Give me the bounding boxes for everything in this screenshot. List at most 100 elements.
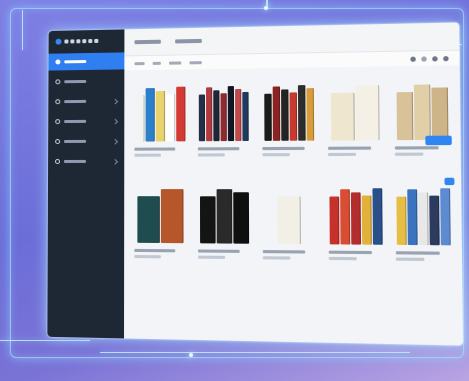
book-spine — [242, 91, 249, 142]
glow-dot — [189, 353, 193, 357]
book-cover — [196, 84, 252, 142]
sidebar-item-label — [64, 60, 87, 64]
book-spine — [175, 86, 185, 142]
sidebar-item-books[interactable] — [48, 72, 124, 90]
home-icon — [55, 59, 61, 65]
book-meta — [395, 257, 425, 261]
main-panel — [124, 22, 463, 345]
book-cover — [393, 186, 453, 246]
action-button[interactable] — [444, 177, 455, 186]
book-spine — [136, 196, 160, 243]
toolbar-link[interactable] — [189, 60, 202, 64]
book-spine — [235, 88, 242, 142]
sidebar-item-users[interactable] — [48, 133, 124, 150]
book-spine — [232, 192, 249, 244]
book-meta — [134, 254, 161, 259]
sidebar-item-label — [64, 139, 87, 143]
book-spine — [213, 90, 220, 142]
swap-icon — [55, 119, 61, 125]
book-grid — [130, 71, 456, 339]
book-spine — [206, 87, 213, 142]
book-title — [328, 250, 372, 255]
book-cover — [392, 81, 452, 141]
book-spine — [428, 195, 440, 246]
book-spine — [199, 196, 216, 244]
sidebar-item-categories[interactable] — [48, 92, 124, 110]
book-spine — [371, 188, 383, 245]
book-meta — [328, 256, 357, 261]
book-title — [262, 146, 305, 151]
sidebar-header — [49, 29, 125, 50]
sidebar-item-settings[interactable] — [48, 153, 124, 170]
book-title — [328, 146, 372, 150]
tab-overview[interactable] — [134, 39, 161, 45]
sidebar-item-home[interactable] — [48, 52, 125, 71]
book-4-card[interactable] — [323, 78, 386, 174]
app-title — [64, 38, 99, 44]
book-spine — [198, 94, 206, 142]
book-meta — [262, 153, 290, 157]
folder-icon — [55, 99, 61, 105]
book-5-card[interactable] — [390, 77, 454, 174]
book-8-card[interactable] — [258, 182, 320, 278]
add-book-button[interactable] — [425, 135, 452, 146]
book-title — [198, 249, 240, 253]
logo-icon — [55, 38, 62, 45]
book-spine — [395, 196, 407, 245]
settings-icon[interactable] — [432, 55, 438, 62]
glow-dot — [264, 6, 268, 10]
book-spine — [396, 92, 413, 141]
book-spine — [417, 192, 429, 246]
book-cover — [260, 83, 317, 141]
bell-icon[interactable] — [410, 56, 416, 62]
book-spine — [328, 196, 339, 245]
book-10-card[interactable] — [391, 182, 456, 279]
book-cover — [132, 186, 187, 244]
book-spine — [227, 86, 235, 142]
book-title — [197, 147, 240, 151]
book-cover — [196, 186, 252, 244]
book-spine — [155, 90, 165, 142]
book-spine — [277, 196, 301, 245]
glow-line-bottom-left — [0, 340, 90, 341]
book-2-card[interactable] — [194, 80, 254, 174]
sidebar-item-label — [64, 99, 87, 104]
toolbar-link[interactable] — [169, 60, 182, 65]
sidebar-item-label — [63, 159, 86, 163]
book-meta — [262, 256, 291, 260]
chevron-right-icon — [112, 138, 119, 145]
sidebar-item-borrow[interactable] — [48, 113, 124, 131]
user-icon — [55, 139, 61, 145]
book-6-card[interactable] — [130, 182, 190, 276]
refresh-icon[interactable] — [443, 55, 449, 61]
book-title — [394, 146, 439, 150]
book-spine — [361, 195, 372, 245]
book-1-card[interactable] — [130, 81, 189, 174]
book-spine — [165, 93, 175, 142]
toolbar-actions — [410, 55, 449, 62]
toolbar-link[interactable] — [134, 61, 145, 65]
book-spine — [288, 92, 297, 141]
gear-icon — [55, 158, 61, 165]
book-spine — [350, 192, 361, 245]
book-spine — [263, 93, 272, 141]
book-7-card[interactable] — [194, 182, 255, 277]
tab-library[interactable] — [175, 38, 202, 44]
search-icon[interactable] — [421, 55, 427, 62]
book-spine — [354, 85, 380, 141]
book-meta — [134, 153, 161, 157]
chevron-right-icon — [112, 118, 119, 124]
chevron-right-icon — [112, 98, 119, 104]
book-meta — [197, 153, 225, 157]
book-spine — [439, 188, 451, 246]
book-3-card[interactable] — [258, 79, 320, 174]
book-spine — [160, 189, 184, 244]
book-spine — [134, 95, 145, 142]
book-9-card[interactable] — [324, 182, 387, 279]
toolbar-link[interactable] — [152, 61, 161, 65]
book-spine — [430, 87, 448, 140]
book-meta — [394, 152, 424, 156]
book-spine — [280, 89, 289, 141]
book-spine — [216, 189, 232, 244]
book-spine — [220, 93, 227, 142]
